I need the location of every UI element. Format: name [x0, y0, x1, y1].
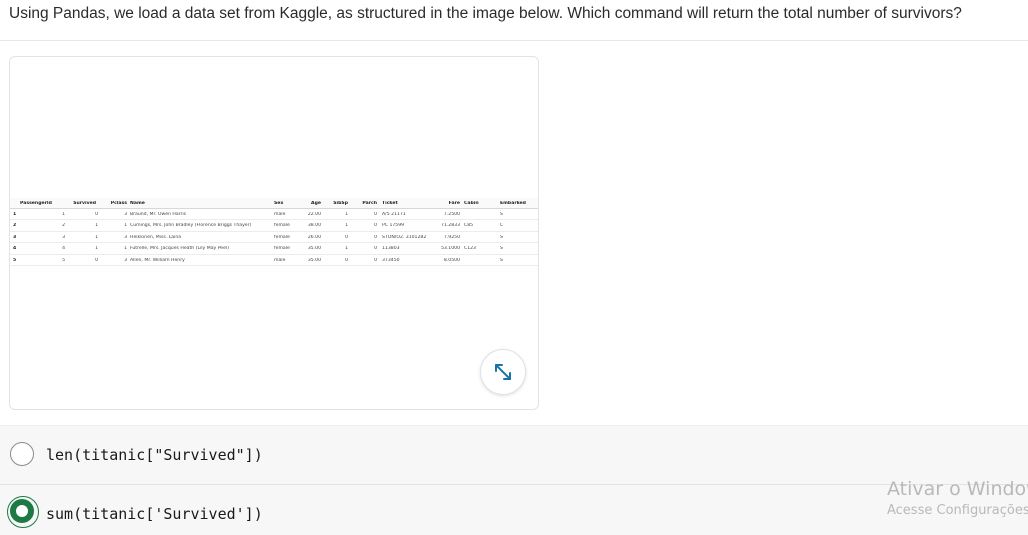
table-cell: 35.00	[307, 257, 321, 263]
table-cell: PC 17599	[382, 223, 405, 229]
column-header: Sex	[274, 201, 284, 206]
table-cell: 1	[345, 246, 348, 252]
table-cell: male	[274, 257, 286, 263]
table-cell: 0	[95, 257, 98, 263]
table-cell: 0	[345, 257, 348, 263]
table-cell: 373450	[382, 257, 400, 263]
table-cell: 35.00	[307, 246, 321, 252]
radio-button[interactable]	[10, 442, 34, 466]
table-cell: 71.2833	[441, 223, 460, 229]
expand-arrows-icon	[495, 364, 511, 380]
table-cell: 4	[62, 246, 65, 252]
answer-option-2[interactable]: sum(titanic['Survived'])	[0, 484, 1028, 535]
table-cell: 2	[62, 223, 65, 229]
table-cell: 1	[124, 223, 127, 229]
option-label: sum(titanic['Survived'])	[46, 505, 263, 523]
table-cell: 113803	[382, 246, 400, 252]
column-header: Name	[130, 201, 145, 206]
table-cell: 1	[345, 223, 348, 229]
table-cell: C	[500, 223, 504, 229]
table-cell: S	[500, 246, 503, 252]
column-header: Cabin	[464, 201, 479, 206]
table-row: 1 1 0 3 Braund, Mr. Owen Harris male 22.00 1 0 A/…	[10, 209, 538, 221]
table-row: 2 2 1 1 Cumings, Mrs. John Bradley (Florence…	[10, 220, 538, 232]
table-cell: female	[274, 234, 290, 240]
table-cell: female	[274, 246, 290, 252]
table-cell: 1	[95, 223, 98, 229]
table-cell: 53.1000	[441, 246, 460, 252]
table-cell: 38.00	[307, 223, 321, 229]
table-row: 4 4 1 1 Futrelle, Mrs. Jacques Heath (Lily M…	[10, 243, 538, 255]
table-cell: C123	[464, 246, 476, 252]
column-header: Survived	[73, 201, 96, 206]
dataframe-table: PassengerId Survived Pclass Name Sex Age…	[10, 198, 538, 266]
table-cell: 1	[95, 234, 98, 240]
table-cell: 1	[345, 212, 348, 217]
table-cell: 0	[374, 246, 377, 252]
option-label: len(titanic["Survived"])	[46, 446, 263, 464]
table-cell: STON/O2. 3101282	[382, 234, 427, 240]
table-cell: 8.0500	[443, 257, 460, 263]
answer-option-1[interactable]: len(titanic["Survived"])	[0, 426, 1028, 481]
table-body: 1 1 0 3 Braund, Mr. Owen Harris male 22.00 1 0 A/…	[10, 209, 538, 266]
table-cell: S	[500, 234, 503, 240]
table-cell: 1	[62, 212, 65, 217]
table-cell: S	[500, 212, 503, 217]
table-cell: 0	[345, 234, 348, 240]
table-cell: 3	[124, 212, 127, 217]
divider	[0, 40, 1028, 41]
table-cell: Cumings, Mrs. John Bradley (Florence Bri…	[130, 223, 252, 229]
table-cell: 0	[374, 212, 377, 217]
table-cell: 0	[374, 234, 377, 240]
table-cell: 7.2500	[443, 212, 460, 217]
table-cell: 0	[95, 212, 98, 217]
table-cell: 7.9250	[443, 234, 460, 240]
table-row: 5 5 0 3 Allen, Mr. William Henry male 35.00 0 0 3…	[10, 255, 538, 266]
question-text: Using Pandas, we load a data set from Ka…	[9, 5, 962, 22]
table-cell: 3	[124, 257, 127, 263]
column-header: Age	[311, 201, 321, 206]
table-cell: C85	[464, 223, 474, 229]
column-header: Parch	[362, 201, 377, 206]
table-cell: 1	[95, 246, 98, 252]
table-cell: 0	[374, 223, 377, 229]
table-header-row: PassengerId Survived Pclass Name Sex Age…	[10, 198, 538, 209]
table-cell: S	[500, 257, 503, 263]
table-cell: 3	[124, 234, 127, 240]
column-header: PassengerId	[20, 201, 52, 206]
table-row: 3 3 1 3 Heikkinen, Miss. Laina female 26.00 0 0 S…	[10, 232, 538, 244]
column-header: Ticket	[382, 201, 398, 206]
table-cell: Heikkinen, Miss. Laina	[130, 234, 182, 240]
table-cell: male	[274, 212, 286, 217]
table-cell: 0	[374, 257, 377, 263]
question-image: PassengerId Survived Pclass Name Sex Age…	[9, 56, 539, 410]
table-cell: 1	[124, 246, 127, 252]
table-cell: Braund, Mr. Owen Harris	[130, 212, 187, 217]
table-cell: 3	[62, 234, 65, 240]
expand-image-button[interactable]	[480, 349, 526, 395]
column-header: Fare	[448, 201, 460, 206]
table-cell: 26.00	[307, 234, 321, 240]
table-cell: 5	[62, 257, 65, 263]
column-header: Pclass	[110, 201, 127, 206]
table-cell: 22.00	[307, 212, 321, 217]
radio-button-selected[interactable]	[7, 496, 39, 528]
table-cell: A/5 21171	[382, 212, 406, 217]
table-cell: Futrelle, Mrs. Jacques Heath (Lily May P…	[130, 246, 230, 252]
column-header: Embarked	[500, 201, 526, 206]
column-header: SibSp	[333, 201, 348, 206]
table-cell: Allen, Mr. William Henry	[130, 257, 185, 263]
table-cell: female	[274, 223, 290, 229]
